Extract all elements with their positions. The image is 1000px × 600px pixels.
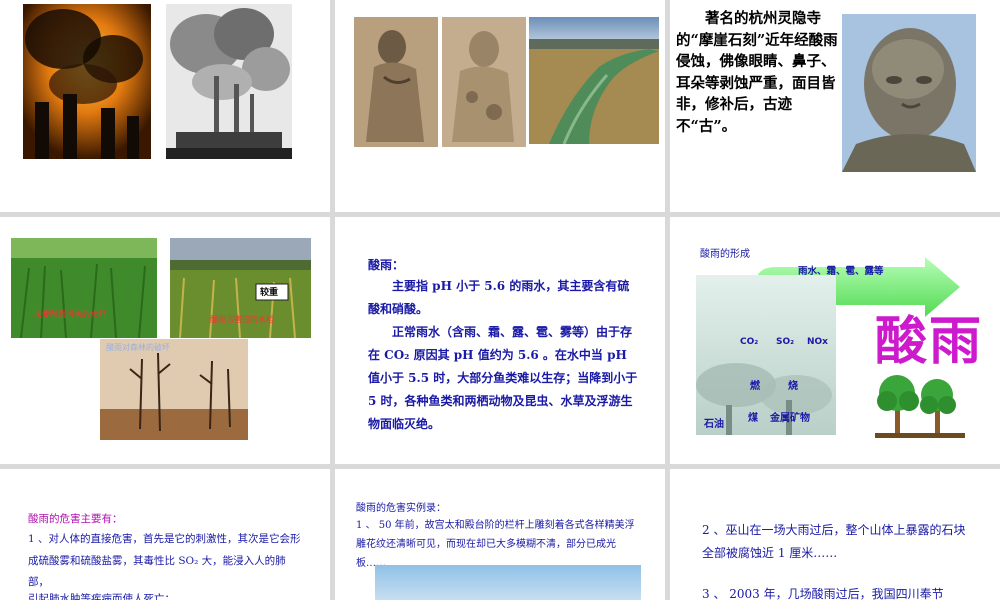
lingyin-temple-text: 著名的杭州灵隐寺的“摩崖石刻”近年经酸雨侵蚀，佛像眼睛、鼻子、耳朵等剥蚀严重，面… bbox=[676, 10, 838, 135]
slide-7-thumbnail[interactable]: 酸雨的危害主要有： 1 、对人体的直接危害，首先是它的刺激性，其次是它会形成硫酸… bbox=[0, 469, 330, 600]
slide-2-thumbnail[interactable] bbox=[335, 0, 665, 212]
harm-paragraph-2: 引起肺水肿等疾病而使人死亡； bbox=[28, 593, 175, 600]
sky-image bbox=[375, 565, 641, 600]
slide-4-thumbnail[interactable]: 未受酸雨污害的水稻 较重 酸雨污害过的水稻 酸雨对森林的破坏 bbox=[0, 217, 330, 464]
polluted-river-image bbox=[529, 17, 659, 144]
harm-heading: 酸雨的危害主要有： bbox=[28, 513, 123, 525]
factory-smoke-image bbox=[166, 4, 292, 159]
damaged-rice-caption: 酸雨污害过的水稻 bbox=[210, 315, 274, 324]
so2-label: SO₂ bbox=[776, 337, 795, 347]
dead-forest-image bbox=[100, 339, 248, 440]
fengjie-paragraph: 3 、 2003 年，几场酸雨过后，我国四川奉节 bbox=[702, 587, 944, 600]
cases-heading: 酸雨的危害实例录： bbox=[356, 503, 446, 514]
eroded-buddha-image bbox=[842, 14, 976, 172]
polluted-sky-image bbox=[696, 275, 836, 435]
slide-3-thumbnail[interactable]: 著名的杭州灵隐寺的“摩崖石刻”近年经酸雨侵蚀，佛像眼睛、鼻子、耳朵等剥蚀严重，面… bbox=[670, 0, 1000, 212]
slide-6-thumbnail[interactable]: 酸雨的形成 雨水、霜、雹、露等 酸雨 CO₂ SO₂ NOx 燃 烧 石油 煤 … bbox=[670, 217, 1000, 464]
healthy-rice-image bbox=[11, 238, 157, 338]
normal-rain-paragraph: 正常雨水（含雨、霜、露、雹、雾等）由于存在 CO₂ 原因其 pH 值约为 5.6… bbox=[368, 325, 638, 431]
healthy-rice-caption: 未受酸雨污害的水稻 bbox=[34, 310, 106, 319]
statue-before-image bbox=[354, 17, 438, 147]
fuel-oil-label: 石油 bbox=[704, 419, 724, 430]
slide-8-thumbnail[interactable]: 酸雨的危害实例录： 1 、 50 年前，故宫太和殿台阶的栏杆上雕刻着各式各样精美… bbox=[335, 469, 665, 600]
damage-level-sign: 较重 bbox=[260, 288, 279, 298]
dead-forest-caption: 酸雨对森林的破坏 bbox=[106, 343, 170, 352]
trees-icon bbox=[875, 375, 965, 438]
burn-label-1: 燃 bbox=[750, 381, 760, 392]
acid-rain-definition-paragraph: 主要指 pH 小于 5.6 的雨水，其主要含有硫酸和硝酸。 bbox=[368, 279, 630, 316]
nox-label: NOx bbox=[807, 337, 828, 347]
acid-rain-definition-heading: 酸雨： bbox=[368, 258, 405, 272]
slide-9-thumbnail[interactable]: 2 、巫山在一场大雨过后，整个山体上暴露的石块全部被腐蚀近 1 厘米…… 3 、… bbox=[670, 469, 1000, 600]
co2-label: CO₂ bbox=[740, 337, 759, 347]
acid-rain-formation-title: 酸雨的形成 bbox=[700, 249, 750, 260]
slide-1-thumbnail[interactable] bbox=[0, 0, 330, 212]
slide-5-thumbnail[interactable]: 酸雨： 主要指 pH 小于 5.6 的雨水，其主要含有硫酸和硝酸。 正常雨水（含… bbox=[335, 217, 665, 464]
burn-label-2: 烧 bbox=[788, 381, 798, 392]
fuel-ore-label: 金属矿物 bbox=[770, 413, 810, 424]
statue-eroded-image bbox=[442, 17, 526, 147]
burning-smokestacks-image bbox=[23, 4, 151, 159]
wushan-paragraph: 2 、巫山在一场大雨过后，整个山体上暴露的石块全部被腐蚀近 1 厘米…… bbox=[702, 523, 966, 560]
fuel-coal-label: 煤 bbox=[748, 413, 758, 424]
harm-paragraph-1: 1 、对人体的直接危害，首先是它的刺激性，其次是它会形成硫酸雾和硫酸盐雾，其毒性… bbox=[28, 533, 301, 588]
